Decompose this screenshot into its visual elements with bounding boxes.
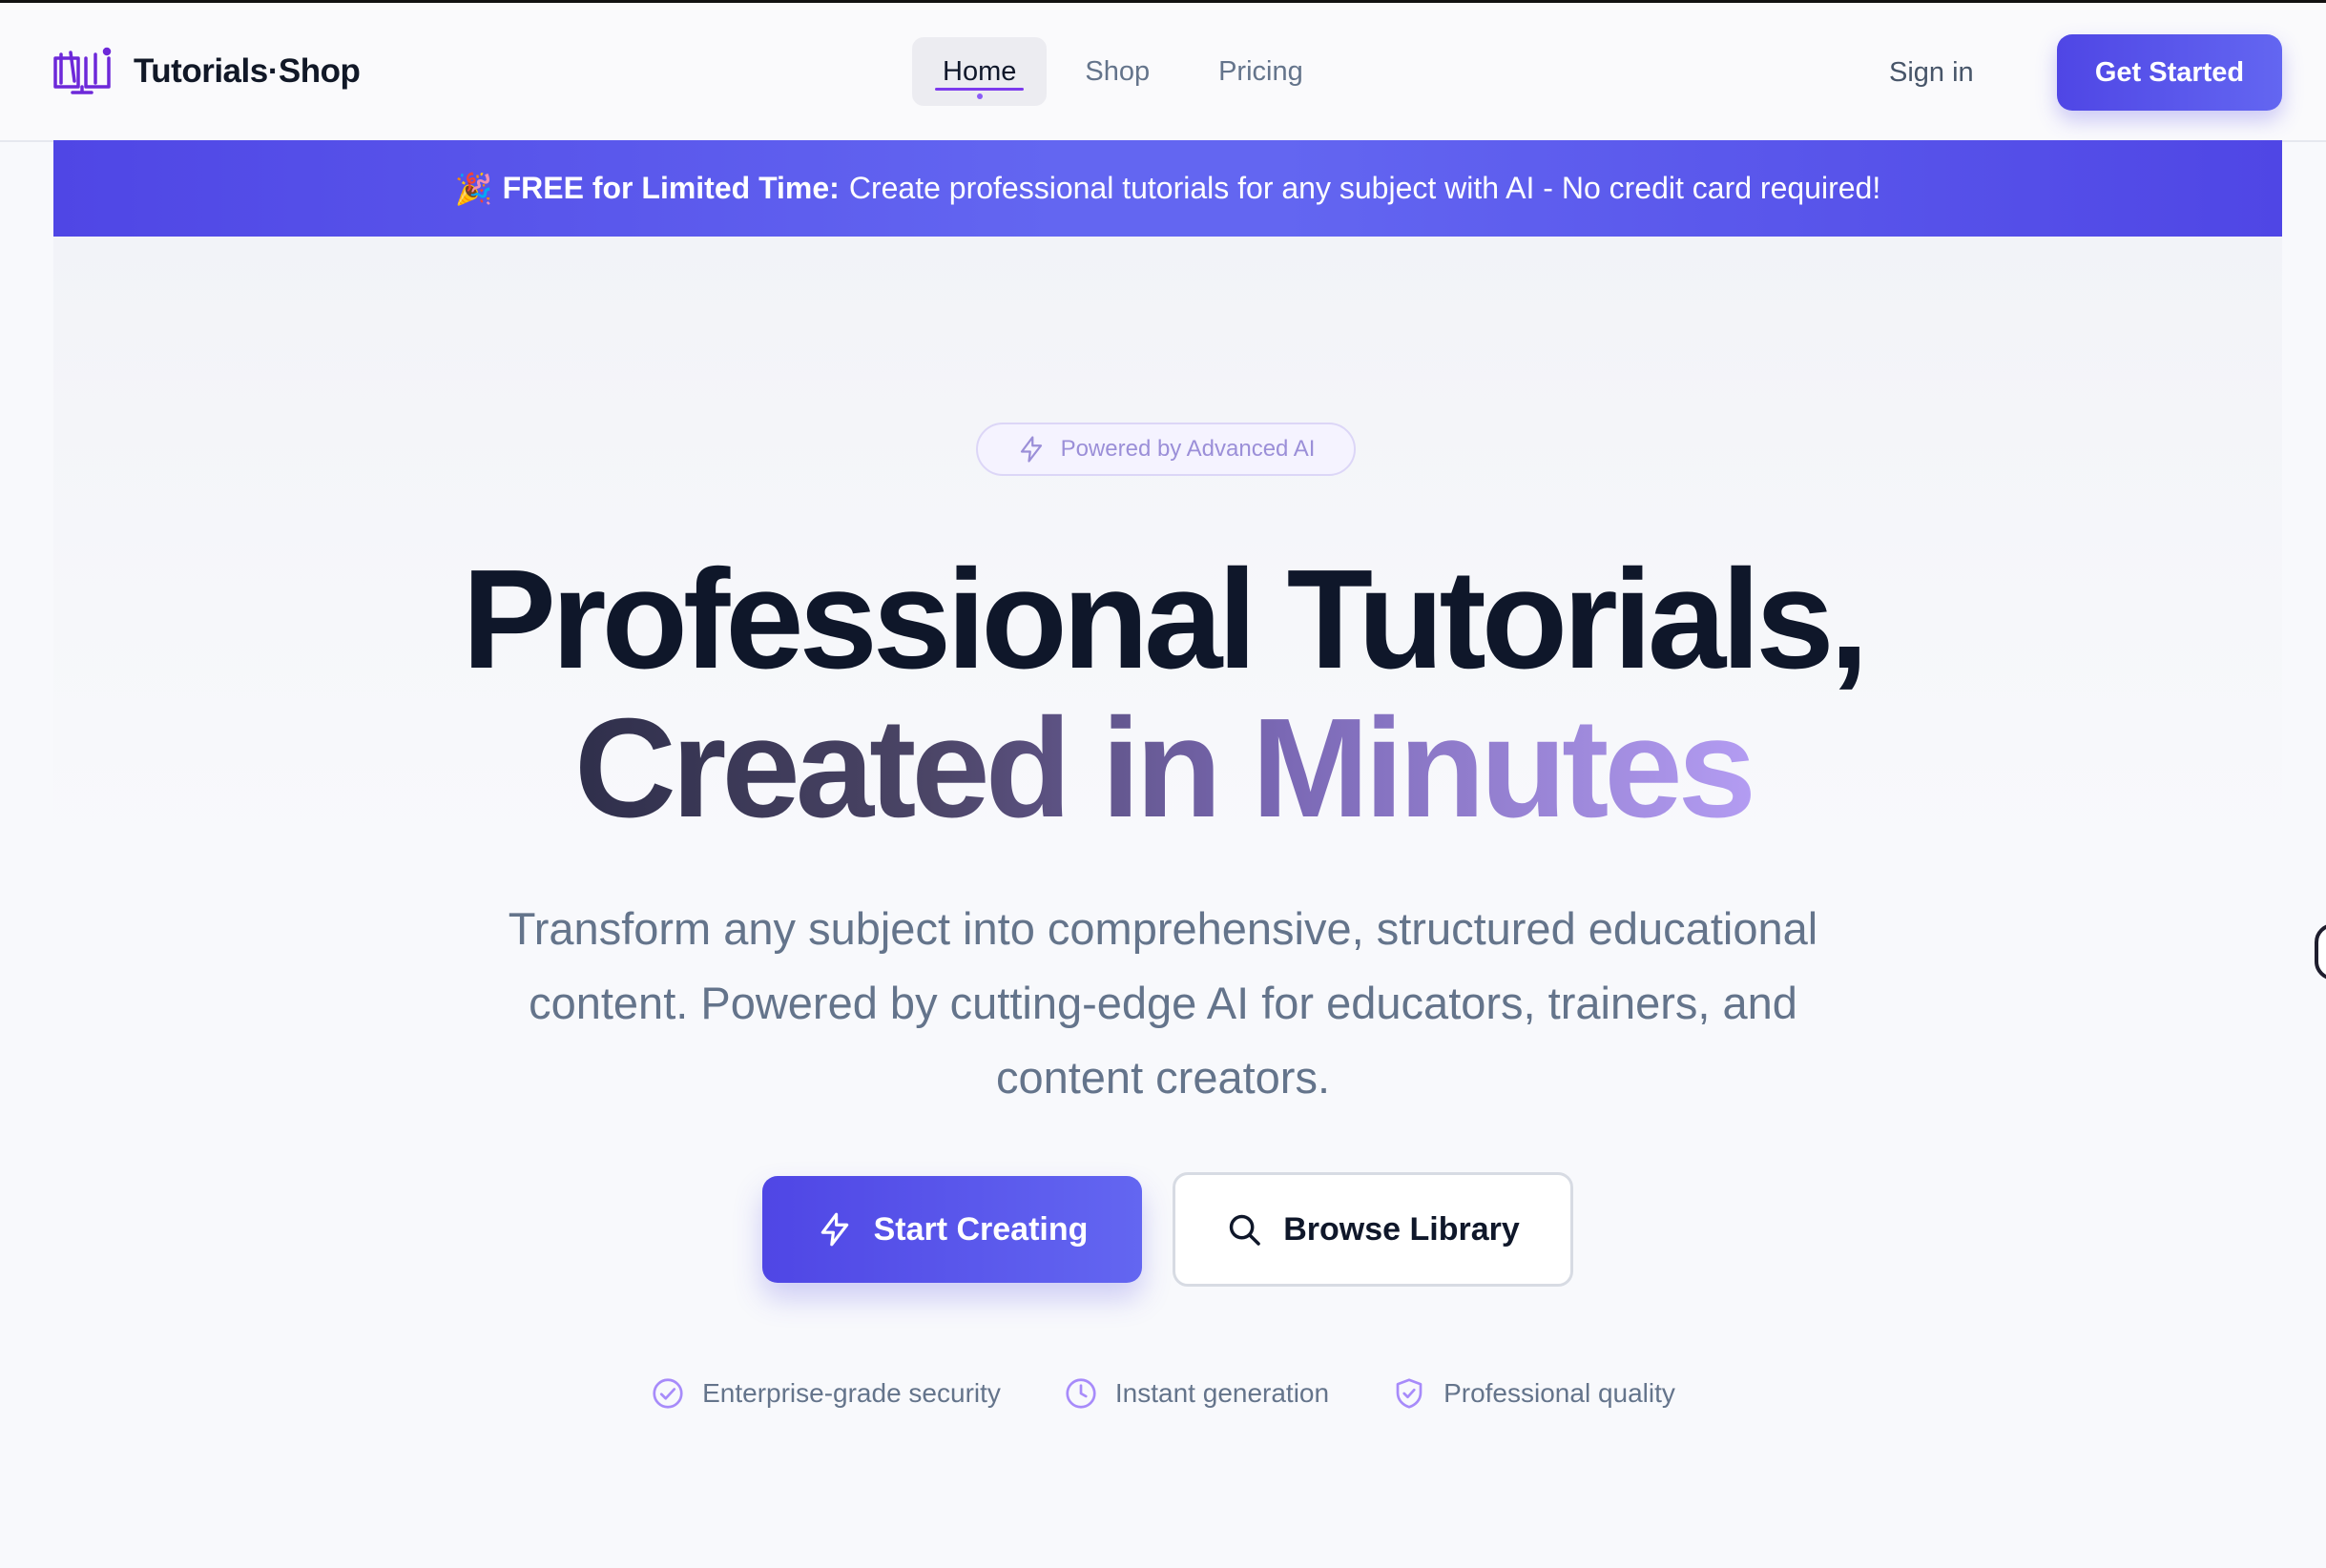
check-circle-icon <box>653 1378 683 1409</box>
sign-in-link[interactable]: Sign in <box>1889 51 1974 94</box>
feature-item: Instant generation <box>1064 1376 1329 1411</box>
party-popper-icon: 🎉 <box>454 171 493 206</box>
ai-badge-label: Powered by Advanced AI <box>1060 436 1316 462</box>
feature-list: Enterprise-grade security Instant genera… <box>0 1376 2326 1411</box>
hero-title-gradient-text: Created in Minutes <box>574 690 1756 847</box>
feature-label: Instant generation <box>1114 1378 1330 1408</box>
get-started-button[interactable]: Get Started <box>2057 34 2282 111</box>
book-screen-icon <box>53 47 112 94</box>
nav-pricing[interactable]: Pricing <box>1188 37 1334 106</box>
start-creating-label: Start Creating <box>873 1210 1089 1248</box>
feature-label: Enterprise-grade security <box>702 1378 1001 1408</box>
brand-logo[interactable]: Tutorials·Shop <box>52 47 361 96</box>
start-creating-button[interactable]: Start Creating <box>762 1176 1142 1283</box>
main-nav: Home Shop Pricing <box>912 37 1334 106</box>
hero-title-line2: Created in Minutes <box>0 692 2326 845</box>
feature-item: Professional quality <box>1392 1376 1675 1411</box>
nav-shop[interactable]: Shop <box>1054 37 1180 106</box>
brand-name: Tutorials·Shop <box>134 52 361 90</box>
promo-text: Create professional tutorials for any su… <box>848 171 1881 205</box>
nav-home[interactable]: Home <box>912 37 1048 106</box>
search-icon <box>1230 1214 1261 1246</box>
feature-label: Professional quality <box>1443 1378 1675 1408</box>
feature-item: Enterprise-grade security <box>651 1376 1001 1411</box>
hero-title-line1: Professional Tutorials, <box>462 541 1869 698</box>
promo-banner: 🎉 FREE for Limited Time: Create professi… <box>53 140 2282 237</box>
ai-badge: Powered by Advanced AI <box>976 423 1356 476</box>
floating-widget-handle[interactable] <box>2315 923 2326 980</box>
clock-icon <box>1066 1378 1096 1409</box>
hero-subtitle: Transform any subject into comprehensive… <box>508 903 1818 1103</box>
browse-library-label: Browse Library <box>1283 1210 1520 1248</box>
lightning-icon <box>820 1212 848 1247</box>
site-header: Tutorials·Shop Home Shop Pricing Sign in… <box>0 3 2326 142</box>
lightning-icon <box>1020 436 1042 463</box>
promo-highlight: FREE for Limited Time: <box>502 171 840 205</box>
browse-library-button[interactable]: Browse Library <box>1173 1172 1573 1287</box>
shield-check-icon <box>1396 1378 1423 1409</box>
